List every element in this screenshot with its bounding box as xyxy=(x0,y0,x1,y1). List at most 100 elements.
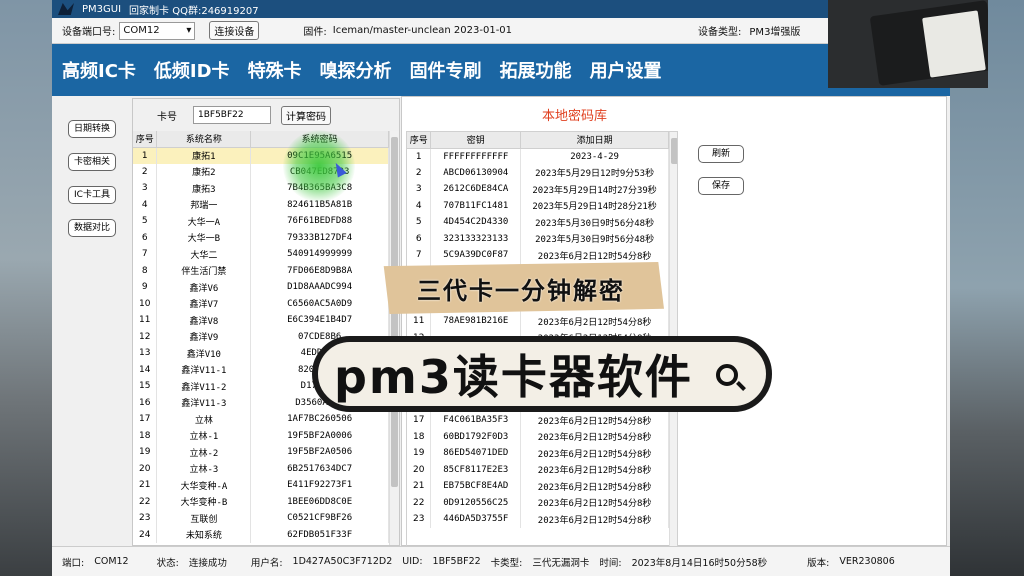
table-row[interactable]: 5 大华一A 76F61BEDFD88 xyxy=(133,213,389,230)
column-header: 序号 xyxy=(407,132,432,149)
table-row[interactable]: 4 707B11FC1481 2023年5月29日14时28分21秒 xyxy=(407,197,669,214)
data-compare-button[interactable]: 数据对比 xyxy=(68,219,116,237)
table-cell: 86ED54071DED xyxy=(430,445,522,462)
table-cell: 2 xyxy=(407,164,432,181)
card-number-label: 卡号 xyxy=(157,111,177,123)
table-cell: 伴生活门禁 xyxy=(156,262,252,279)
table-cell: 3 xyxy=(133,180,158,197)
table-row[interactable]: 9 鑫洋V6 D1D8AAADC994 xyxy=(133,279,389,296)
table-row[interactable]: 24 未知系统 62FDB051F33F xyxy=(133,526,389,543)
table-row[interactable]: 20 85CF8117E2E3 2023年6月2日12时54分8秒 xyxy=(407,461,669,478)
table-cell: E411F92273F1 xyxy=(250,477,389,494)
table-row[interactable]: 17 立林 1AF7BC260506 xyxy=(133,411,389,428)
table-row[interactable]: 6 323133323133 2023年5月30日9时56分48秒 xyxy=(407,230,669,247)
table-cell: 15 xyxy=(133,378,158,395)
status-type-label: 卡类型: xyxy=(490,557,523,569)
table-cell: 未知系统 xyxy=(156,526,252,543)
table-row[interactable]: 2 ABCD06130904 2023年5月29日12时9分53秒 xyxy=(407,164,669,181)
table-cell: 大华变种-B xyxy=(156,493,252,510)
table-cell: 2612C6DE84CA xyxy=(430,181,522,198)
table-row[interactable]: 7 大华二 540914999999 xyxy=(133,246,389,263)
table-row[interactable]: 4 邦瑞一 824611B5A81B xyxy=(133,196,389,213)
table-row[interactable]: 5 4D454C2D4330 2023年5月30日9时56分48秒 xyxy=(407,214,669,231)
table-cell: 7 xyxy=(407,247,432,264)
table-cell: 24 xyxy=(133,526,158,543)
menu-special-card[interactable]: 特殊卡 xyxy=(248,57,302,83)
status-version-value: VER230806 xyxy=(839,556,895,567)
table-row[interactable]: 11 78AE981B216E 2023年6月2日12时54分8秒 xyxy=(407,313,669,330)
menu-extensions[interactable]: 拓展功能 xyxy=(500,57,572,83)
table-cell: 鑫洋V6 xyxy=(156,279,252,296)
save-button[interactable]: 保存 xyxy=(698,177,744,195)
table-cell: FFFFFFFFFFFF xyxy=(430,148,522,165)
table-cell: 立林-1 xyxy=(156,427,252,444)
table-row[interactable]: 23 446DA5D3755F 2023年6月2日12时54分8秒 xyxy=(407,511,669,528)
table-cell: 2023年5月29日14时27分39秒 xyxy=(520,181,669,198)
status-uid-label: UID: xyxy=(402,556,423,567)
card-key-button[interactable]: 卡密相关 xyxy=(68,153,116,171)
table-row[interactable]: 19 立林-2 19F5BF2A0506 xyxy=(133,444,389,461)
table-cell: 康拓2 xyxy=(156,163,252,180)
table-cell: 707B11FC1481 xyxy=(430,197,522,214)
table-row[interactable]: 6 大华一B 79333B127DF4 xyxy=(133,229,389,246)
firmware-value: Iceman/master-unclean 2023-01-01 xyxy=(332,25,513,36)
banner-overlay: 三代卡一分钟解密 xyxy=(383,262,664,314)
table-cell: 79333B127DF4 xyxy=(250,229,389,246)
table-cell: 3 xyxy=(407,181,432,198)
table-cell: 10 xyxy=(133,295,158,312)
table-cell: 23 xyxy=(133,510,158,527)
table-cell: 鑫洋V9 xyxy=(156,328,252,345)
table-row[interactable]: 10 鑫洋V7 C6560AC5A0D9 xyxy=(133,295,389,312)
menu-lf-id-card[interactable]: 低频ID卡 xyxy=(154,57,230,83)
menu-hf-ic-card[interactable]: 高频IC卡 xyxy=(62,57,136,83)
table-cell: 立林-2 xyxy=(156,444,252,461)
table-cell: D1D8AAADC994 xyxy=(250,279,389,296)
toolbar: 设备端口号: COM12 ▾ 连接设备 固件: Iceman/master-un… xyxy=(52,18,950,44)
menu-sniff-analysis[interactable]: 嗅探分析 xyxy=(320,57,392,83)
table-cell: 2023年6月2日12时54分8秒 xyxy=(520,511,669,528)
table-cell: 鑫洋V11-1 xyxy=(156,361,252,378)
table-row[interactable]: 18 立林-1 19F5BF2A0006 xyxy=(133,427,389,444)
table-row[interactable]: 19 86ED54071DED 2023年6月2日12时54分8秒 xyxy=(407,445,669,462)
scrollbar-thumb[interactable] xyxy=(671,138,677,164)
status-user-value: 1D427A50C3F712D2 xyxy=(292,556,393,567)
table-row[interactable]: 8 伴生活门禁 7FD06E8D9B8A xyxy=(133,262,389,279)
table-row[interactable]: 7 5C9A39DC0F87 2023年6月2日12时54分8秒 xyxy=(407,247,669,264)
table-row[interactable]: 21 EB75BCF8E4AD 2023年6月2日12时54分8秒 xyxy=(407,478,669,495)
ic-card-tools-button[interactable]: IC卡工具 xyxy=(68,186,116,204)
table-cell: 19F5BF2A0506 xyxy=(250,444,389,461)
connect-button[interactable]: 连接设备 xyxy=(209,21,260,40)
table-cell: 大华变种-A xyxy=(156,477,252,494)
card-number-row: 卡号 1BF5BF22 计算密码 xyxy=(133,99,399,131)
menu-firmware-flash[interactable]: 固件专刷 xyxy=(410,57,482,83)
table-row[interactable]: 20 立林-3 6B2517634DC7 xyxy=(133,460,389,477)
port-select[interactable]: COM12 ▾ xyxy=(119,21,196,40)
menu-user-settings[interactable]: 用户设置 xyxy=(590,57,662,83)
table-row[interactable]: 3 2612C6DE84CA 2023年5月29日14时27分39秒 xyxy=(407,181,669,198)
table-cell: 22 xyxy=(407,494,432,511)
table-cell: 立林-3 xyxy=(156,460,252,477)
table-cell: 鑫洋V10 xyxy=(156,345,252,362)
table-cell: 19 xyxy=(407,445,432,462)
date-convert-button[interactable]: 日期转换 xyxy=(68,120,116,138)
table-cell: 11 xyxy=(407,313,432,330)
table-cell: 5 xyxy=(133,213,158,230)
table-cell: F4C061BA35F3 xyxy=(430,412,522,429)
refresh-button[interactable]: 刷新 xyxy=(698,145,744,163)
table-row[interactable]: 22 0D9120556C25 2023年6月2日12时54分8秒 xyxy=(407,494,669,511)
table-row[interactable]: 17 F4C061BA35F3 2023年6月2日12时54分8秒 xyxy=(407,412,669,429)
table-row[interactable]: 1 FFFFFFFFFFFF 2023-4-29 xyxy=(407,148,669,165)
chevron-down-icon: ▾ xyxy=(186,25,192,36)
table-cell: 2023年6月2日12时54分8秒 xyxy=(520,494,669,511)
table-row[interactable]: 22 大华变种-B 1BEE06DD8C0E xyxy=(133,493,389,510)
table-cell: EB75BCF8E4AD xyxy=(430,478,522,495)
calc-password-button[interactable]: 计算密码 xyxy=(281,105,331,125)
app-subtitle: 回家制卡 QQ群:246919207 xyxy=(129,5,259,17)
table-row[interactable]: 21 大华变种-A E411F92273F1 xyxy=(133,477,389,494)
status-type-value: 三代无漏洞卡 xyxy=(532,557,590,569)
table-cell: 76F61BEDFD88 xyxy=(250,213,389,230)
table-row[interactable]: 23 互联创 C0521CF9BF26 xyxy=(133,510,389,527)
table-row[interactable]: 11 鑫洋V8 E6C394E1B4D7 xyxy=(133,312,389,329)
card-number-input[interactable]: 1BF5BF22 xyxy=(193,106,271,124)
table-row[interactable]: 18 60BD1792F0D3 2023年6月2日12时54分8秒 xyxy=(407,428,669,445)
